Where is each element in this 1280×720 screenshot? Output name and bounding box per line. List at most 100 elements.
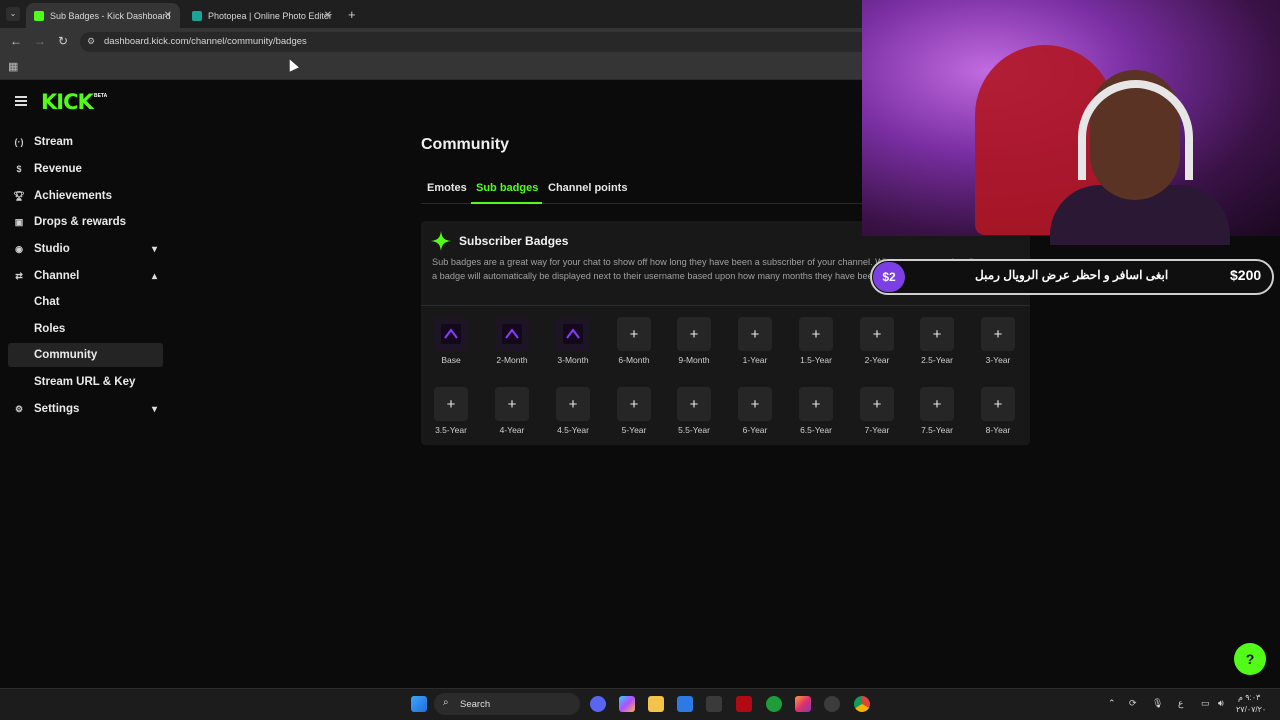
kick-logo[interactable]: KICK (41, 90, 94, 114)
badge-label: 4.5-Year (557, 425, 589, 435)
badge-slot-8-year[interactable]: + (981, 387, 1015, 421)
photopea-favicon-icon (192, 10, 202, 21)
badge-slot-9-month[interactable]: + (677, 317, 711, 351)
studio-icon: ◉ (15, 243, 23, 254)
add-icon: + (750, 395, 760, 413)
sidebar-item-channel[interactable]: ⇄ Channel ▴ (8, 264, 163, 288)
network-icon[interactable]: ▭ (1201, 698, 1210, 709)
tab-channel-points[interactable]: Channel points (548, 182, 627, 194)
badge-label: 6-Year (742, 425, 768, 435)
store-icon[interactable] (677, 696, 693, 712)
donation-message: ابغى اسافر و احظر عرض الرويال رمبل (975, 268, 1169, 282)
microphone-icon[interactable]: 🎙︎ (1152, 698, 1163, 709)
badge-label: 1.5-Year (800, 355, 832, 365)
tab-search-icon[interactable]: ⌄ (6, 7, 20, 21)
add-icon: + (993, 325, 1003, 343)
netflix-icon[interactable] (736, 696, 752, 712)
file-explorer-icon[interactable] (648, 696, 664, 712)
sidebar-item-community[interactable]: Community (8, 343, 163, 367)
badge-slot-base[interactable] (434, 317, 468, 351)
badge-label: 4-Year (499, 425, 525, 435)
add-icon: + (507, 395, 517, 413)
sidebar-item-studio[interactable]: ◉ Studio ▾ (8, 237, 163, 261)
badge-label: 3-Month (557, 355, 589, 365)
forward-icon[interactable]: → (34, 34, 46, 48)
sidebar-item-stream-url-key[interactable]: Stream URL & Key (8, 370, 163, 394)
url-text: dashboard.kick.com/channel/community/bad… (104, 36, 307, 47)
add-icon: + (811, 325, 821, 343)
add-icon: + (932, 325, 942, 343)
badge-slot-2-year[interactable]: + (860, 317, 894, 351)
badge-label: Base (441, 355, 461, 365)
sidebar-item-revenue[interactable]: $ Revenue (8, 157, 163, 181)
close-tab-icon[interactable]: ✕ (324, 10, 332, 21)
badge-label: 2-Month (496, 355, 528, 365)
sidebar-item-settings[interactable]: ⚙ Settings ▾ (8, 397, 163, 421)
beta-tag: BETA (94, 93, 108, 99)
taskbar-search-input[interactable] (434, 693, 580, 715)
sidebar-item-drops[interactable]: ▣ Drops & rewards (8, 210, 163, 234)
xbox-icon[interactable] (766, 696, 782, 712)
apps-grid-icon[interactable]: ▦ (8, 60, 18, 73)
badge-slot-3-month[interactable] (556, 317, 590, 351)
tab-title: Photopea | Online Photo Editor (208, 10, 332, 21)
sidebar-item-stream[interactable]: (·) Stream (8, 130, 163, 154)
back-icon[interactable]: ← (10, 34, 22, 48)
badge-slot-4-5-year[interactable]: + (556, 387, 590, 421)
reload-icon[interactable]: ↻ (58, 34, 68, 48)
copilot-icon[interactable] (619, 696, 635, 712)
tab-title: Sub Badges - Kick Dashboard (50, 10, 171, 21)
sidebar-item-roles[interactable]: Roles (8, 317, 163, 341)
add-icon: + (629, 395, 639, 413)
badge-slot-1-5-year[interactable]: + (799, 317, 833, 351)
badge-label: 6.5-Year (800, 425, 832, 435)
tab-emotes[interactable]: Emotes (427, 182, 467, 194)
browser-tab-photopea[interactable]: Photopea | Online Photo Editor ✕ (184, 3, 340, 28)
clock-time[interactable]: ٩:٠٣ م (1238, 693, 1260, 702)
browser-tab-kick[interactable]: Sub Badges - Kick Dashboard ✕ (26, 3, 180, 28)
chevron-down-icon: ▾ (151, 243, 157, 255)
badge-slot-4-year[interactable]: + (495, 387, 529, 421)
support-chat-button[interactable]: ? (1234, 643, 1266, 675)
badge-slot-6-5-year[interactable]: + (799, 387, 833, 421)
badge-slot-7-year[interactable]: + (860, 387, 894, 421)
volume-icon[interactable]: 🔊︎ (1218, 698, 1224, 709)
chrome-icon[interactable] (854, 696, 870, 712)
badge-label: 8-Year (985, 425, 1011, 435)
channel-icon: ⇄ (15, 270, 23, 281)
settings-icon[interactable] (824, 696, 840, 712)
sidebar-item-achievements[interactable]: 🏆︎ Achievements (8, 184, 163, 208)
discord-icon[interactable] (590, 696, 606, 712)
trophy-icon: 🏆︎ (13, 190, 25, 201)
windows-start-icon[interactable] (411, 696, 427, 712)
language-indicator[interactable]: ع (1178, 698, 1183, 709)
chevron-up-icon[interactable]: ⌃ (1108, 698, 1116, 709)
menu-icon[interactable] (15, 96, 27, 106)
gear-icon: ⚙ (14, 403, 24, 414)
badge-slot-5-5-year[interactable]: + (677, 387, 711, 421)
broadcast-icon: (·) (14, 137, 24, 147)
badge-label: 3-Year (985, 355, 1011, 365)
badge-slot-3-5-year[interactable]: + (434, 387, 468, 421)
badge-slot-1-year[interactable]: + (738, 317, 772, 351)
new-tab-icon[interactable]: + (348, 7, 356, 22)
tab-sub-badges[interactable]: Sub badges (476, 182, 538, 194)
unity-icon[interactable] (706, 696, 722, 712)
badge-slot-7-5-year[interactable]: + (920, 387, 954, 421)
badge-label: 6-Month (618, 355, 650, 365)
add-icon: + (872, 395, 882, 413)
badge-slot-6-month[interactable]: + (617, 317, 651, 351)
close-tab-icon[interactable]: ✕ (164, 10, 172, 21)
badge-label: 5.5-Year (678, 425, 710, 435)
sidebar-item-chat[interactable]: Chat (8, 290, 163, 314)
site-info-icon[interactable]: ⚙ (87, 36, 95, 47)
badge-slot-6-year[interactable]: + (738, 387, 772, 421)
badge-image-icon (441, 324, 461, 344)
instagram-icon[interactable] (795, 696, 811, 712)
badge-slot-3-year[interactable]: + (981, 317, 1015, 351)
badge-slot-2-5-year[interactable]: + (920, 317, 954, 351)
sync-icon[interactable]: ⟳ (1129, 698, 1137, 709)
badge-slot-5-year[interactable]: + (617, 387, 651, 421)
badge-slot-2-month[interactable] (495, 317, 529, 351)
clock-date[interactable]: ٢٧/٠٧/٢٠ (1236, 705, 1266, 714)
